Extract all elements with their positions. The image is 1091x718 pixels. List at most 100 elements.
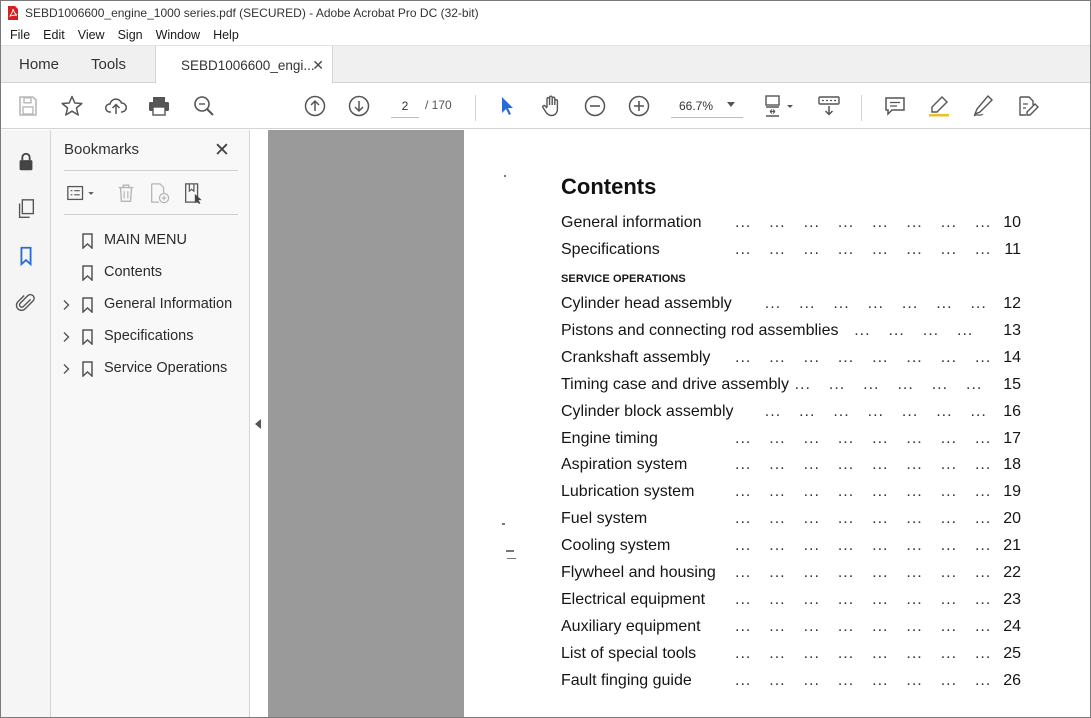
dot-leader: ... ... ... ... ... ... ... bbox=[764, 402, 987, 420]
menu-sign[interactable]: Sign bbox=[118, 28, 143, 42]
menu-help[interactable]: Help bbox=[213, 28, 239, 42]
dot-leader: ... ... ... ... ... ... ... ... bbox=[735, 590, 992, 608]
chevron-down-icon[interactable] bbox=[785, 93, 795, 119]
contents-heading: Contents bbox=[561, 174, 657, 199]
draw-pen-icon[interactable] bbox=[970, 93, 996, 119]
toc-entry[interactable]: Cylinder block assembly 16 ... ... ... ...… bbox=[561, 403, 1021, 425]
toc-entry[interactable]: Fault finging guide 26 ... ... ... ... ...… bbox=[561, 672, 1021, 694]
toc-entry[interactable]: Cooling system 21 ... ... ... ... ... ... … bbox=[561, 537, 1021, 559]
pdf-page: Contents SERVICE OPERATIONS General info… bbox=[464, 130, 1090, 717]
menu-window[interactable]: Window bbox=[156, 28, 200, 42]
toc-entry-page: 11 bbox=[1004, 241, 1021, 258]
toc-entry[interactable]: Flywheel and housing 22 ... ... ... ... ..… bbox=[561, 564, 1021, 586]
toc-entry-title: Pistons and connecting rod assemblies bbox=[561, 321, 839, 339]
delete-bookmark-icon[interactable] bbox=[113, 180, 139, 206]
toc-entry[interactable]: Auxiliary equipment 24 ... ... ... ... ...… bbox=[561, 618, 1021, 640]
toc-entry[interactable]: Cylinder head assembly 12 ... ... ... ... … bbox=[561, 295, 1021, 317]
bookmark-service-operations[interactable]: Service Operations bbox=[51, 353, 250, 385]
page-number-input[interactable]: 2 bbox=[391, 94, 419, 118]
new-bookmark-icon[interactable] bbox=[146, 180, 172, 206]
save-icon[interactable] bbox=[15, 93, 41, 119]
bookmark-panel-icon[interactable] bbox=[13, 243, 39, 269]
bookmark-label: Specifications bbox=[104, 328, 194, 344]
close-tab-icon[interactable]: ✕ bbox=[312, 57, 324, 74]
toc-entry-page: 16 bbox=[1003, 402, 1021, 420]
menu-file[interactable]: File bbox=[10, 28, 30, 42]
tab-home[interactable]: Home bbox=[19, 46, 59, 83]
bookmarks-panel: Bookmarks ✕ MAIN MENU Contents General I… bbox=[51, 130, 250, 717]
bookmark-specifications[interactable]: Specifications bbox=[51, 321, 250, 353]
menu-edit[interactable]: Edit bbox=[43, 28, 65, 42]
chevron-right-icon[interactable] bbox=[61, 331, 71, 343]
toc-entry[interactable]: Timing case and drive assembly 15 ... ... … bbox=[561, 376, 1021, 398]
toc-entry-title: Specifications bbox=[561, 241, 660, 258]
toc-entry-title: Aspiration system bbox=[561, 456, 688, 474]
title-bar: SEBD1006600_engine_1000 series.pdf (SECU… bbox=[1, 1, 1090, 25]
comment-icon[interactable] bbox=[882, 93, 908, 119]
find-bookmark-icon[interactable] bbox=[180, 180, 206, 206]
close-panel-icon[interactable]: ✕ bbox=[214, 139, 230, 162]
upload-cloud-icon[interactable] bbox=[103, 93, 129, 119]
toc-entry[interactable]: General information 10 ... ... ... ... ...… bbox=[561, 214, 1021, 236]
chevron-right-icon[interactable] bbox=[61, 363, 71, 375]
toc-entry[interactable]: Crankshaft assembly 14 ... ... ... ... ...… bbox=[561, 349, 1021, 371]
toc-entry-title: Crankshaft assembly bbox=[561, 348, 711, 366]
toc-entry-page: 18 bbox=[1003, 456, 1021, 474]
star-icon[interactable] bbox=[59, 93, 85, 119]
bookmark-general-information[interactable]: General Information bbox=[51, 289, 250, 321]
toc-entry-page: 17 bbox=[1003, 429, 1021, 447]
zoom-search-icon[interactable] bbox=[191, 93, 217, 119]
attachments-icon[interactable] bbox=[13, 290, 39, 316]
zoom-level-value: 66.7% bbox=[679, 98, 714, 113]
dot-leader: ... ... ... ... ... ... ... ... bbox=[735, 617, 992, 635]
edit-pdf-icon[interactable] bbox=[1014, 93, 1040, 119]
bookmark-icon bbox=[82, 233, 93, 249]
print-icon[interactable] bbox=[146, 93, 172, 119]
scrolling-mode-icon[interactable] bbox=[816, 93, 842, 119]
toc-entry[interactable]: List of special tools 25 ... ... ... ... .… bbox=[561, 645, 1021, 667]
tab-bar: Home Tools SEBD1006600_engi... ✕ bbox=[1, 46, 1090, 84]
hand-tool-icon[interactable] bbox=[538, 93, 564, 119]
bookmark-contents[interactable]: Contents bbox=[51, 257, 250, 289]
chevron-down-icon[interactable] bbox=[86, 180, 96, 206]
toc-entry-title: Electrical equipment bbox=[561, 590, 706, 608]
panel-divider bbox=[64, 170, 238, 171]
page-gutter bbox=[268, 130, 464, 717]
toc-entry[interactable]: Lubrication system 19 ... ... ... ... ... … bbox=[561, 483, 1021, 505]
toc-entry-title: Flywheel and housing bbox=[561, 564, 716, 581]
chevron-down-icon bbox=[727, 102, 735, 107]
toc-entry[interactable]: Engine timing 17 ... ... ... ... ... ... .… bbox=[561, 430, 1021, 452]
lock-icon[interactable] bbox=[13, 149, 39, 175]
tab-tools[interactable]: Tools bbox=[91, 46, 126, 83]
collapse-panel-icon[interactable] bbox=[255, 419, 261, 429]
toc-entry-page: 15 bbox=[1003, 375, 1021, 393]
menu-bar: File Edit View Sign Window Help bbox=[1, 25, 1090, 46]
toc-entry[interactable]: Electrical equipment 23 ... ... ... ... ..… bbox=[561, 591, 1021, 613]
menu-view[interactable]: View bbox=[78, 28, 105, 42]
toc-entry-page: 13 bbox=[1003, 321, 1021, 339]
zoom-level-dropdown[interactable]: 66.7% bbox=[671, 94, 743, 118]
page-thumbnails-icon[interactable] bbox=[13, 196, 39, 222]
tab-document-label: SEBD1006600_engi... bbox=[181, 57, 315, 73]
bookmark-main-menu[interactable]: MAIN MENU bbox=[51, 225, 250, 257]
select-cursor-icon[interactable] bbox=[494, 93, 520, 119]
bookmark-icon bbox=[82, 265, 93, 281]
toc-entry-title: Fuel system bbox=[561, 510, 648, 528]
toc-entry[interactable]: Aspiration system 18 ... ... ... ... ... .… bbox=[561, 456, 1021, 478]
toc-entry[interactable]: Specifications 11 ... ... ... ... ... ... … bbox=[561, 241, 1021, 263]
toc-entry[interactable]: Pistons and connecting rod assemblies 13.… bbox=[561, 322, 1021, 344]
chevron-right-icon[interactable] bbox=[61, 299, 71, 311]
dot-leader: ... ... ... ... ... ... ... ... bbox=[735, 510, 992, 528]
page-display-icon[interactable] bbox=[761, 93, 787, 119]
scan-speck bbox=[506, 550, 514, 552]
page-total-label: / 170 bbox=[425, 98, 452, 112]
main-toolbar: 2 / 170 66.7% bbox=[1, 83, 1090, 129]
zoom-out-icon[interactable] bbox=[582, 93, 608, 119]
toc-entry[interactable]: Fuel system 20 ... ... ... ... ... ... ...… bbox=[561, 510, 1021, 532]
tab-document[interactable]: SEBD1006600_engi... ✕ bbox=[155, 46, 333, 84]
zoom-in-icon[interactable] bbox=[626, 93, 652, 119]
highlight-pen-icon[interactable] bbox=[926, 93, 952, 119]
panel-divider bbox=[64, 214, 238, 215]
previous-page-icon[interactable] bbox=[302, 93, 328, 119]
next-page-icon[interactable] bbox=[346, 93, 372, 119]
